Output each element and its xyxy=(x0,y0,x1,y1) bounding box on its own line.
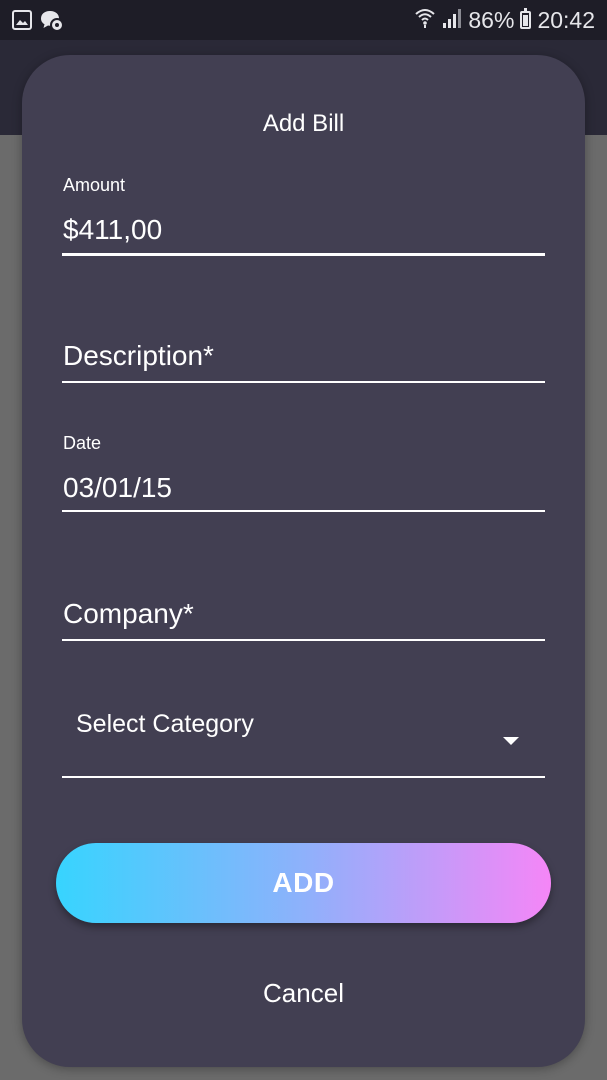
category-underline xyxy=(62,776,545,778)
signal-icon xyxy=(442,7,462,34)
date-label: Date xyxy=(63,433,102,453)
amount-field[interactable]: $411,00 xyxy=(63,214,162,246)
wifi-icon xyxy=(414,6,436,34)
company-underline xyxy=(62,639,545,641)
description-field[interactable]: Description* xyxy=(63,340,214,372)
company-field[interactable]: Company* xyxy=(63,598,194,630)
dialog-title: Add Bill xyxy=(262,110,345,137)
amount-label: Amount xyxy=(63,175,126,195)
clock: 20:42 xyxy=(537,6,595,33)
add-button-label: ADD xyxy=(272,867,335,898)
status-bar-right: 86% 20:42 xyxy=(414,4,595,36)
date-underline xyxy=(62,510,545,512)
battery-percent: 86% xyxy=(468,6,515,33)
status-bar: 86% 20:42 xyxy=(0,0,607,40)
description-underline xyxy=(62,381,545,383)
date-field[interactable]: 03/01/15 xyxy=(63,472,172,504)
chevron-down-icon[interactable] xyxy=(503,737,519,745)
battery-icon xyxy=(520,8,532,29)
cancel-button[interactable]: Cancel xyxy=(0,978,607,1009)
image-icon xyxy=(12,10,32,35)
chat-settings-icon xyxy=(40,10,64,37)
amount-underline xyxy=(62,253,545,256)
category-select[interactable]: Select Category xyxy=(76,710,254,739)
add-button[interactable]: ADD xyxy=(56,843,551,923)
